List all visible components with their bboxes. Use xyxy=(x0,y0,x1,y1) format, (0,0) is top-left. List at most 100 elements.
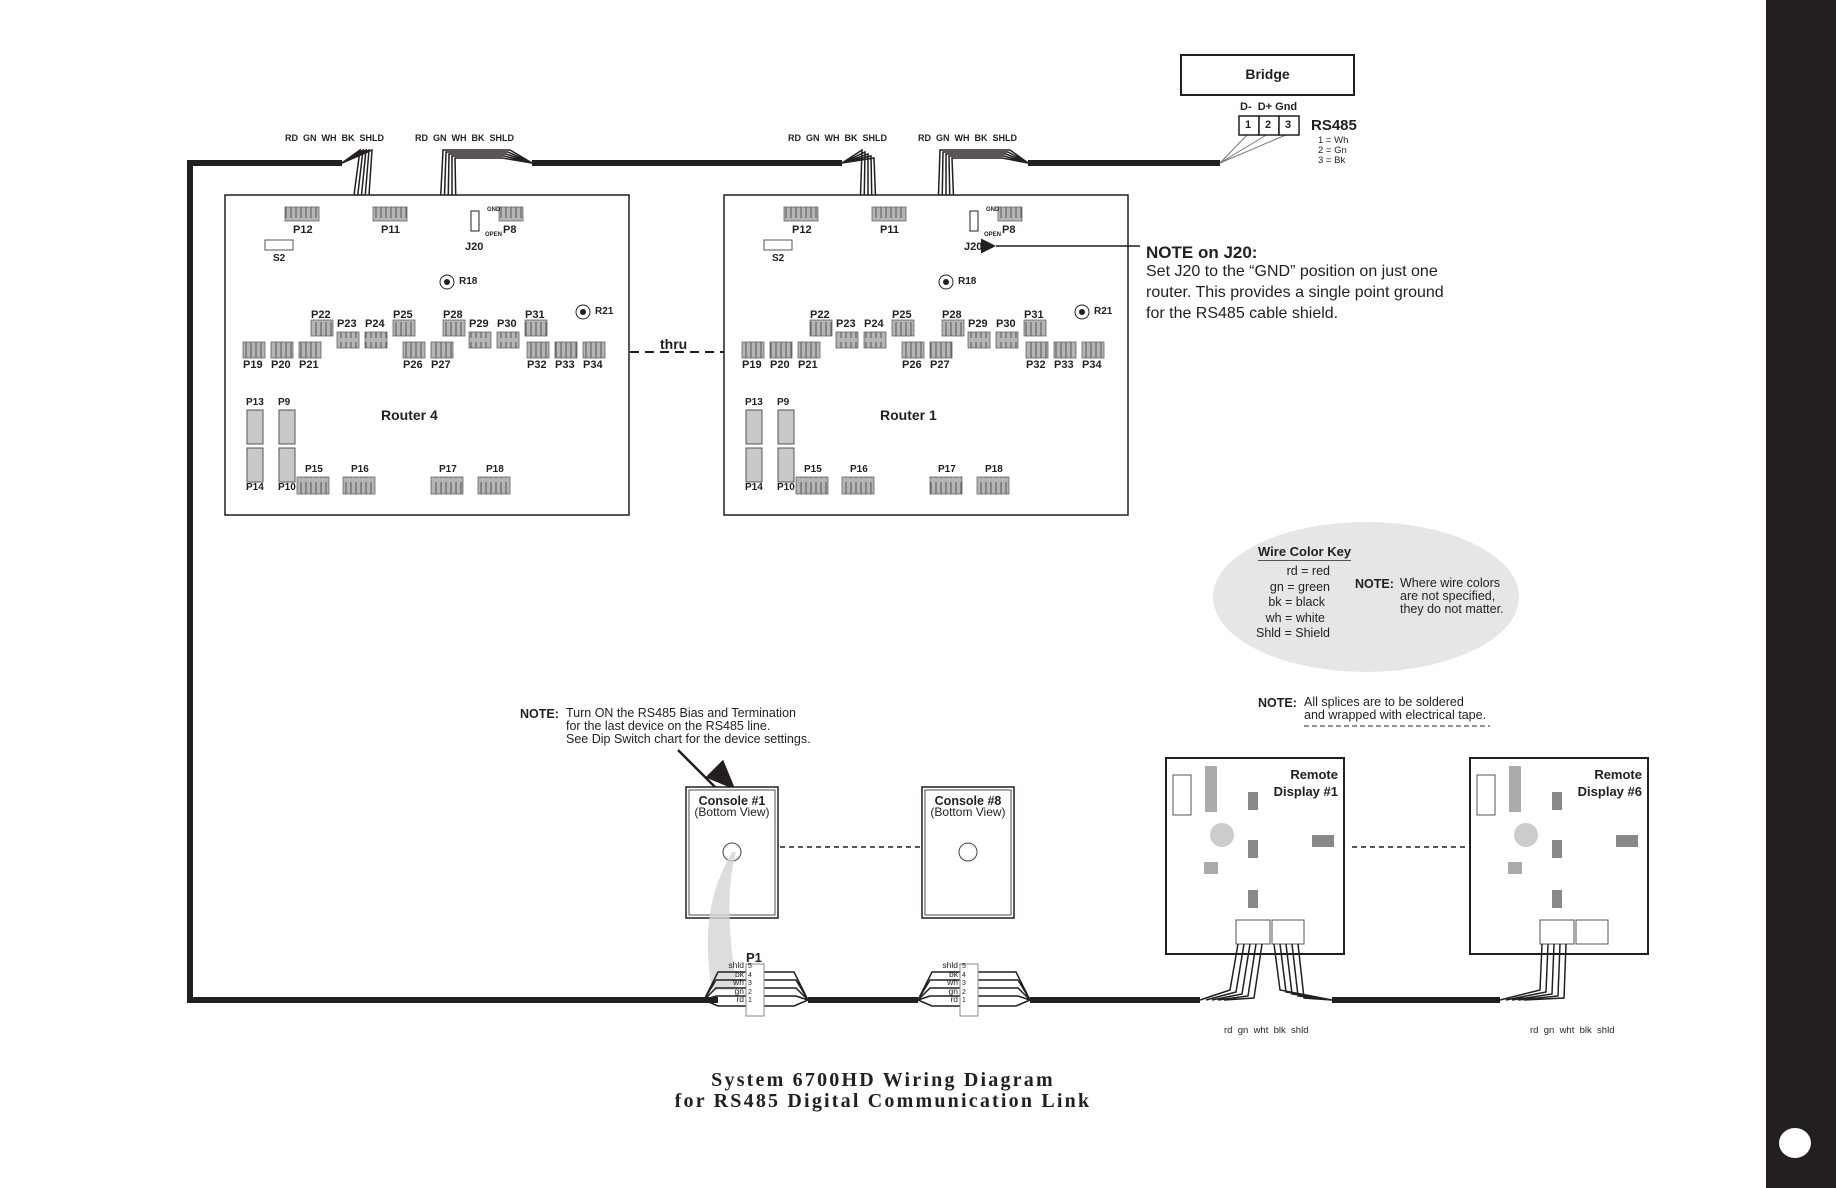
router-1-connector-p28 xyxy=(941,319,965,337)
termination-note-line-3: See Dip Switch chart for the device sett… xyxy=(566,732,811,746)
router-4-connector-p33 xyxy=(554,341,578,359)
console-c1-wire-rd: rd xyxy=(736,994,744,1004)
console-c8-terminal-number: 3 xyxy=(962,980,966,987)
router-1-connector-p27 xyxy=(929,341,953,359)
router-1-connector-p29 xyxy=(967,331,991,349)
router-4-label-p10: P10 xyxy=(278,482,296,493)
router-4-resistor-dot xyxy=(444,279,450,285)
router-4-label-p24: P24 xyxy=(365,318,385,330)
router-1-label-p30: P30 xyxy=(996,318,1016,330)
router-4-label-p8: P8 xyxy=(503,224,517,236)
bridge-mapping-3: 3 = Bk xyxy=(1318,155,1346,166)
router-4-label-r18: R18 xyxy=(459,276,478,287)
router-1-label-p28: P28 xyxy=(942,309,962,321)
diagram-title: System 6700HD Wiring Diagram for RS485 D… xyxy=(0,1070,1766,1112)
console-c1-terminal-number: 5 xyxy=(748,963,752,970)
router-4-connector-p32 xyxy=(526,341,550,359)
router-4-label-p26: P26 xyxy=(403,359,423,371)
router-4-resistor-dot xyxy=(580,309,586,315)
router-1-label-r21: R21 xyxy=(1094,306,1113,317)
page-edge-bar xyxy=(1766,0,1836,1188)
router-1-connector-p18 xyxy=(976,476,1010,495)
router-4-connector-p14 xyxy=(246,447,264,483)
router-4-connector-p12 xyxy=(284,206,320,222)
router-1-name: Router 1 xyxy=(880,407,937,423)
router-4-connector-p18 xyxy=(477,476,511,495)
splice-note-line-2: and wrapped with electrical tape. xyxy=(1304,708,1487,722)
router-1-connector-p31 xyxy=(1023,319,1047,337)
router-1-connector-p21 xyxy=(797,341,821,359)
wire-labels-r1-p11: RD GN WH BK SHLD xyxy=(918,133,1017,143)
router-1-connector-p30 xyxy=(995,331,1019,349)
router-4-label-p34: P34 xyxy=(583,359,603,371)
router-4-label-p11: P11 xyxy=(381,224,400,236)
router-1-label-p31: P31 xyxy=(1024,309,1044,321)
router-1-label-p9: P9 xyxy=(777,397,790,408)
router-4-connector-p19 xyxy=(242,341,266,359)
console-c1-terminal-number: 2 xyxy=(748,988,752,996)
router-4-label-p15: P15 xyxy=(305,464,323,475)
router-4-switch-s2 xyxy=(264,239,294,251)
wire-key-item-shld: Shld = Shield xyxy=(1255,626,1330,640)
router-1-connector-p16 xyxy=(841,476,875,495)
router-4-connector-p10 xyxy=(278,447,296,483)
router-1-connector-p26 xyxy=(901,341,925,359)
router-4-label-p22: P22 xyxy=(311,309,331,321)
router-1-resistor-dot xyxy=(943,279,949,285)
note-j20-line-2: router. This provides a single point gro… xyxy=(1146,284,1444,301)
remote-display-6-line2: Display #6 xyxy=(1577,784,1642,799)
wire-labels-remote-1: rd gn wht blk shld xyxy=(1224,1025,1309,1036)
router-1-label-p10: P10 xyxy=(777,482,795,493)
bridge-terminal-3: 3 xyxy=(1285,119,1292,131)
bridge-terminal-2: 2 xyxy=(1265,119,1272,131)
router-1-connector-p11 xyxy=(871,206,907,222)
router-1-label-p24: P24 xyxy=(864,318,884,330)
router-1-label-p18: P18 xyxy=(985,464,1003,475)
console-c8-terminal-number: 1 xyxy=(962,997,966,1004)
router-4-label-p31: P31 xyxy=(525,309,545,321)
router-1-connector-p23 xyxy=(835,331,859,349)
router-4-connector-p31 xyxy=(524,319,548,337)
router-4-label-p29: P29 xyxy=(469,318,489,330)
wire-key-item-rd: rd = red xyxy=(1286,564,1330,578)
router-4-label-j20: J20 xyxy=(465,241,484,253)
router-4-connector-p8 xyxy=(498,206,524,222)
router-4-label-p12: P12 xyxy=(293,224,313,236)
wire-key-heading: Wire Color Key xyxy=(1258,544,1352,561)
router-4-connector-p15 xyxy=(296,476,330,495)
router-1-label-p19: P19 xyxy=(742,359,762,371)
router-1-label-p29: P29 xyxy=(968,318,988,330)
router-4-connector-p34 xyxy=(582,341,606,359)
router-4-j20-gnd-label: GND xyxy=(487,207,501,213)
router-1-label-p22: P22 xyxy=(810,309,830,321)
router-1-label-p16: P16 xyxy=(850,464,868,475)
router-1-label-p25: P25 xyxy=(892,309,912,321)
router-1-label-p14: P14 xyxy=(745,482,763,493)
router-1-j20-open-label: OPEN xyxy=(984,232,1002,238)
console-c1-terminal-number: 4 xyxy=(748,971,752,979)
router-4-label-p17: P17 xyxy=(439,464,457,475)
router-1-label-r18: R18 xyxy=(958,276,977,287)
console-1-view: (Bottom View) xyxy=(694,805,770,819)
router-1-connector-p22 xyxy=(809,319,833,337)
router-4-connector-p13 xyxy=(246,409,264,445)
router-4-connector-p25 xyxy=(392,319,416,337)
router-4-name: Router 4 xyxy=(381,407,438,423)
router-4-connector-p16 xyxy=(342,476,376,495)
router-1-label-p11: P11 xyxy=(880,224,899,236)
router-1-resistor-dot xyxy=(1079,309,1085,315)
termination-note-arrow xyxy=(677,749,736,790)
router-4-connector-p20 xyxy=(270,341,294,359)
router-1-connector-p20 xyxy=(769,341,793,359)
router-4-connector-p26 xyxy=(402,341,426,359)
termination-note-label: NOTE: xyxy=(520,707,559,721)
router-1-label-p27: P27 xyxy=(930,359,950,371)
console-c8-wire-rd: rd xyxy=(950,994,958,1004)
router-1-connector-p32 xyxy=(1025,341,1049,359)
wire-key-item-gn: gn = green xyxy=(1269,580,1330,594)
wire-key-note-line-3: they do not matter. xyxy=(1400,602,1504,616)
wire-labels-r4-p11: RD GN WH BK SHLD xyxy=(415,133,514,143)
diagram-title-line-2: for RS485 Digital Communication Link xyxy=(674,1090,1092,1112)
remote-display-1-line2: Display #1 xyxy=(1273,784,1338,799)
bridge-wires xyxy=(1219,133,1289,164)
